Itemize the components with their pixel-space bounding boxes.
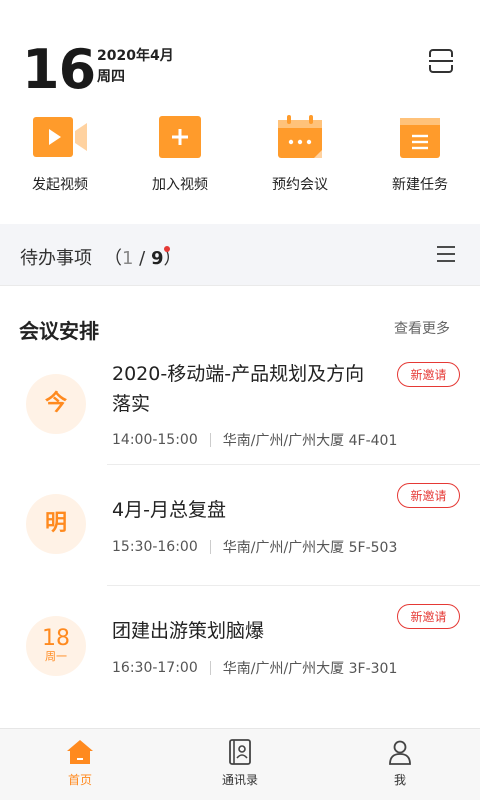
meeting-title: 4月-月总复盘 <box>112 499 226 521</box>
task-list-icon <box>400 118 440 158</box>
action-label: 新建任务 <box>392 177 448 193</box>
nav-me[interactable]: 我 <box>320 729 480 800</box>
contacts-book-icon <box>229 739 251 765</box>
todo-bar[interactable]: 待办事项 （1 / 9） <box>0 224 480 286</box>
new-invite-badge: 新邀请 <box>397 483 460 508</box>
action-label: 预约会议 <box>272 177 328 193</box>
meeting-meta: 14:00-15:00 华南/广州/广州大厦 4F-401 <box>112 430 397 450</box>
see-more-link[interactable]: 查看更多 <box>394 318 450 338</box>
weekday-text: 周四 <box>97 69 125 85</box>
meeting-location: 华南/广州/广州大厦 3F-301 <box>222 661 398 677</box>
todo-paren-open: （ <box>104 248 122 269</box>
day-weekday: 周一 <box>45 650 67 663</box>
new-invite-badge: 新邀请 <box>397 362 460 387</box>
scan-frame-icon <box>429 49 453 73</box>
scan-button[interactable] <box>427 47 455 75</box>
meeting-location: 华南/广州/广州大厦 5F-503 <box>222 540 398 556</box>
video-camera-icon <box>33 117 87 157</box>
todo-total-value: 9 <box>150 248 164 269</box>
new-invite-badge: 新邀请 <box>397 604 460 629</box>
action-new-task[interactable]: 新建任务 <box>360 112 480 202</box>
day-badge: 18 周一 <box>26 616 86 676</box>
nav-label: 我 <box>393 773 406 787</box>
meta-divider <box>209 540 211 554</box>
calendar-dots-icon <box>278 115 322 158</box>
meeting-item[interactable]: 今 2020-移动端-产品规划及方向落实 14:00-15:00 华南/广州/广… <box>0 352 480 464</box>
day-badge: 今 <box>26 374 86 434</box>
meeting-time: 15:30-16:00 <box>112 539 198 555</box>
bottom-nav: 首页 通讯录 我 <box>0 728 480 800</box>
day-number: 18 <box>42 626 70 651</box>
year-month-text: 2020年4月 <box>97 48 174 64</box>
meta-divider <box>209 433 211 447</box>
hamburger-menu-icon <box>437 246 455 262</box>
day-label: 今 <box>44 391 67 416</box>
section-title: 会议安排 <box>19 319 99 343</box>
meeting-meta: 15:30-16:00 华南/广州/广州大厦 5F-503 <box>112 537 397 557</box>
nav-label: 首页 <box>67 773 92 787</box>
date-day-number: 16 <box>22 38 96 101</box>
todo-current: 1 <box>122 248 134 269</box>
meeting-item[interactable]: 明 4月-月总复盘 15:30-16:00 华南/广州/广州大厦 5F-503 … <box>0 465 480 585</box>
day-label: 明 <box>44 511 67 536</box>
quick-actions: 发起视频 加入视频 预约会议 新建任务 <box>0 112 480 202</box>
todo-total: 9 <box>150 246 170 269</box>
meeting-location: 华南/广州/广州大厦 4F-401 <box>222 433 398 449</box>
todo-title: 待办事项 <box>20 248 92 269</box>
meetings-section: 会议安排 查看更多 今 2020-移动端-产品规划及方向落实 14:00-15:… <box>0 286 480 728</box>
action-schedule-meeting[interactable]: 预约会议 <box>240 112 360 202</box>
nav-label: 通讯录 <box>221 773 258 787</box>
plus-square-icon <box>159 116 201 158</box>
meta-divider <box>209 661 211 675</box>
meeting-title: 2020-移动端-产品规划及方向落实 <box>112 363 365 415</box>
todo-count: （1 / 9） <box>104 244 182 270</box>
meeting-time: 14:00-15:00 <box>112 432 198 448</box>
meeting-item[interactable]: 18 周一 团建出游策划脑爆 16:30-17:00 华南/广州/广州大厦 3F… <box>0 586 480 706</box>
person-icon <box>389 740 411 765</box>
todo-slash: / <box>133 248 151 269</box>
action-label: 加入视频 <box>152 177 208 193</box>
action-join-video[interactable]: 加入视频 <box>120 112 240 202</box>
meeting-title: 团建出游策划脑爆 <box>112 620 265 642</box>
notification-dot <box>163 246 170 252</box>
date-info: 2020年4月 周四 <box>97 46 174 88</box>
meeting-time: 16:30-17:00 <box>112 660 198 676</box>
action-start-video[interactable]: 发起视频 <box>0 112 120 202</box>
header: 16 2020年4月 周四 <box>0 0 480 110</box>
day-badge: 明 <box>26 494 86 554</box>
todo-menu-button[interactable] <box>436 245 456 263</box>
meeting-meta: 16:30-17:00 华南/广州/广州大厦 3F-301 <box>112 658 397 678</box>
home-icon <box>67 740 93 764</box>
nav-home[interactable]: 首页 <box>0 729 160 800</box>
action-label: 发起视频 <box>32 177 88 193</box>
nav-contacts[interactable]: 通讯录 <box>160 729 320 800</box>
